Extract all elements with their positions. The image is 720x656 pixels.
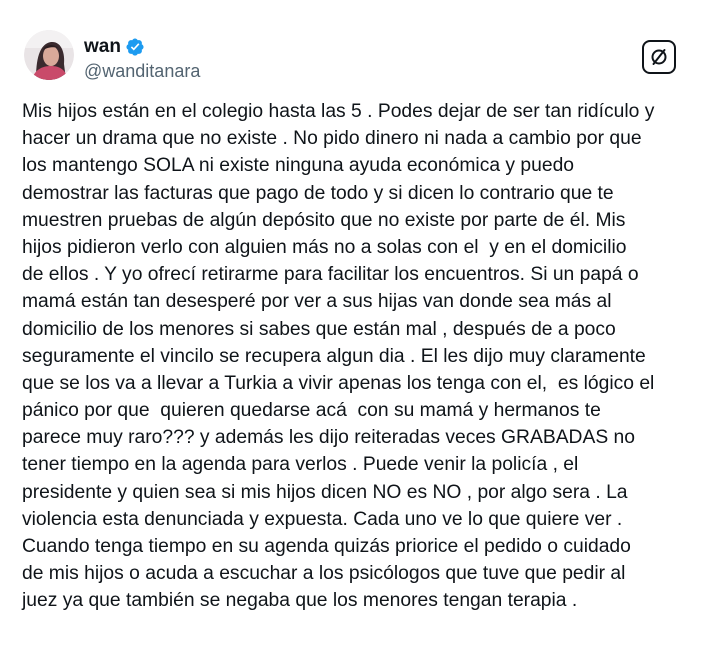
avatar[interactable]: [24, 30, 74, 80]
tweet-card: wan @wanditanara Mis hijos están en el c…: [0, 0, 720, 656]
tweet-text-line: de ellos . Y yo ofrecí retirarme para fa…: [22, 264, 639, 286]
verified-badge-icon: [125, 37, 145, 57]
tweet-text-line: parece muy raro??? y además les dijo rei…: [22, 427, 636, 449]
tweet-text-line: hijos pidieron verlo con alguien más no …: [22, 236, 627, 258]
tweet-text-line: hacer un drama que no existe . No pido d…: [22, 128, 642, 150]
display-name-row: wan: [84, 36, 200, 58]
grok-button[interactable]: [642, 40, 676, 74]
tweet-text-line: pánico por que quieren quedarse acá con …: [22, 400, 601, 422]
tweet-text-line: muestren pruebas de algún depósito que n…: [22, 209, 626, 231]
tweet-text-line: los mantengo SOLA ni existe ninguna ayud…: [22, 155, 575, 177]
tweet-text-line: Mis hijos están en el colegio hasta las …: [22, 101, 655, 122]
tweet-text-line: Cuando tenga tiempo en su agenda quizás …: [22, 536, 631, 557]
tweet-body: Mis hijos están en el colegio hasta las …: [22, 98, 712, 615]
tweet-text-line: juez ya que también se negaba que los me…: [22, 590, 578, 612]
grok-slash-icon: [651, 49, 667, 65]
display-name[interactable]: wan: [84, 36, 121, 58]
tweet-text-line: demostrar las facturas que pago de todo …: [22, 182, 614, 204]
tweet-text-line: mamá están tan desesperé por ver a sus h…: [22, 291, 612, 313]
tweet-text-line: seguramente el vincilo se recupera algun…: [22, 345, 646, 367]
author-names: wan @wanditanara: [84, 36, 200, 82]
tweet-text-line: tener tiempo en la agenda para verlos . …: [22, 454, 579, 476]
avatar-photo: [24, 30, 74, 80]
tweet-text-line: domicilio de los menores si sabes que es…: [22, 318, 616, 340]
tweet-text-line: presidente y quien sea si mis hijos dice…: [22, 481, 628, 503]
author-handle[interactable]: @wanditanara: [84, 60, 200, 82]
tweet-text-line: de mis hijos o acuda a escuchar a los ps…: [22, 563, 626, 585]
tweet-header: wan @wanditanara: [22, 30, 698, 86]
tweet-text-line: violencia esta denunciada y expuesta. Ca…: [22, 508, 623, 530]
tweet-text-line: que se los va a llevar a Turkia a vivir …: [22, 372, 655, 394]
